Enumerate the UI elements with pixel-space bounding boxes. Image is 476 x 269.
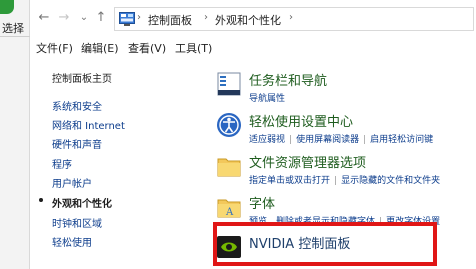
link-low-vision[interactable]: 适应弱视 xyxy=(249,135,285,145)
taskbar-icon[interactable] xyxy=(215,70,243,98)
divider xyxy=(0,36,30,37)
category-links-taskbar: 导航属性 xyxy=(249,91,285,104)
folder-options-icon[interactable] xyxy=(215,152,243,180)
address-bar[interactable]: › 控制面板 › 外观和个性化 › xyxy=(114,7,474,31)
breadcrumb-separator: › xyxy=(137,12,141,23)
recent-locations-icon[interactable]: ⌄ xyxy=(76,10,92,26)
menu-file[interactable]: 文件(F) xyxy=(36,40,73,56)
link-single-double-click[interactable]: 指定单击或双击打开 xyxy=(249,176,330,186)
breadcrumb-appearance[interactable]: 外观和个性化 xyxy=(215,12,281,28)
active-bullet xyxy=(39,198,43,202)
breadcrumb-control-panel[interactable]: 控制面板 xyxy=(148,12,192,28)
ease-of-access-icon[interactable] xyxy=(215,111,243,139)
address-row: ← → ⌄ ↑ › 控制面板 › 外观和个性化 › xyxy=(30,0,476,36)
nav-clock-region[interactable]: 时钟和区域 xyxy=(52,215,102,230)
link-divider: | xyxy=(334,176,338,186)
forward-arrow-icon[interactable]: → xyxy=(56,10,72,26)
link-show-hidden-files[interactable]: 显示隐藏的文件和文件夹 xyxy=(341,176,440,186)
nav-control-panel-home[interactable]: 控制面板主页 xyxy=(52,70,112,85)
nav-network-internet[interactable]: 网络和 Internet xyxy=(52,117,125,132)
highlight-box xyxy=(213,222,437,266)
app-icon xyxy=(0,0,14,14)
category-title-taskbar[interactable]: 任务栏和导航 xyxy=(249,70,327,89)
nav-hardware-sound[interactable]: 硬件和声音 xyxy=(52,136,102,151)
link-divider: | xyxy=(363,135,367,145)
control-panel-window: ← → ⌄ ↑ › 控制面板 › 外观和个性化 › 文件(F) 编辑(E) 查看… xyxy=(30,0,476,269)
category-title-fonts[interactable]: 字体 xyxy=(249,193,275,212)
link-divider: | xyxy=(289,135,293,145)
category-title-folder-options[interactable]: 文件资源管理器选项 xyxy=(249,152,366,171)
left-nav-pane: 控制面板主页 系统和安全 网络和 Internet 硬件和声音 程序 用户帐户 … xyxy=(30,58,210,269)
background-window-label: 选择 xyxy=(2,22,24,35)
svg-text:A: A xyxy=(225,207,234,218)
up-arrow-icon[interactable]: ↑ xyxy=(93,10,109,26)
nav-user-accounts[interactable]: 用户帐户 xyxy=(52,175,92,190)
link-accessibility-keys[interactable]: 启用轻松访问键 xyxy=(370,135,433,145)
nav-appearance-active[interactable]: 外观和个性化 xyxy=(52,195,112,210)
menu-bar: 文件(F) 编辑(E) 查看(V) 工具(T) xyxy=(30,36,476,58)
menu-edit[interactable]: 编辑(E) xyxy=(81,40,119,56)
category-links-folder-options: 指定单击或双击打开 | 显示隐藏的文件和文件夹 xyxy=(249,173,440,186)
nav-programs[interactable]: 程序 xyxy=(52,156,72,171)
breadcrumb-separator: › xyxy=(204,12,208,23)
control-panel-icon xyxy=(119,12,135,26)
breadcrumb-separator: › xyxy=(289,12,293,23)
fonts-icon[interactable]: A xyxy=(215,193,243,221)
link-navigation-properties[interactable]: 导航属性 xyxy=(249,94,285,104)
background-window: 选择 xyxy=(0,0,30,269)
back-arrow-icon[interactable]: ← xyxy=(36,10,52,26)
category-title-ease-of-access[interactable]: 轻松使用设置中心 xyxy=(249,111,353,130)
nav-ease-of-access[interactable]: 轻松使用 xyxy=(52,234,92,249)
nav-system-security[interactable]: 系统和安全 xyxy=(52,98,102,113)
menu-tools[interactable]: 工具(T) xyxy=(175,40,212,56)
menu-view[interactable]: 查看(V) xyxy=(128,40,166,56)
category-links-ease-of-access: 适应弱视 | 使用屏幕阅读器 | 启用轻松访问键 xyxy=(249,132,433,145)
link-screen-reader[interactable]: 使用屏幕阅读器 xyxy=(296,135,359,145)
